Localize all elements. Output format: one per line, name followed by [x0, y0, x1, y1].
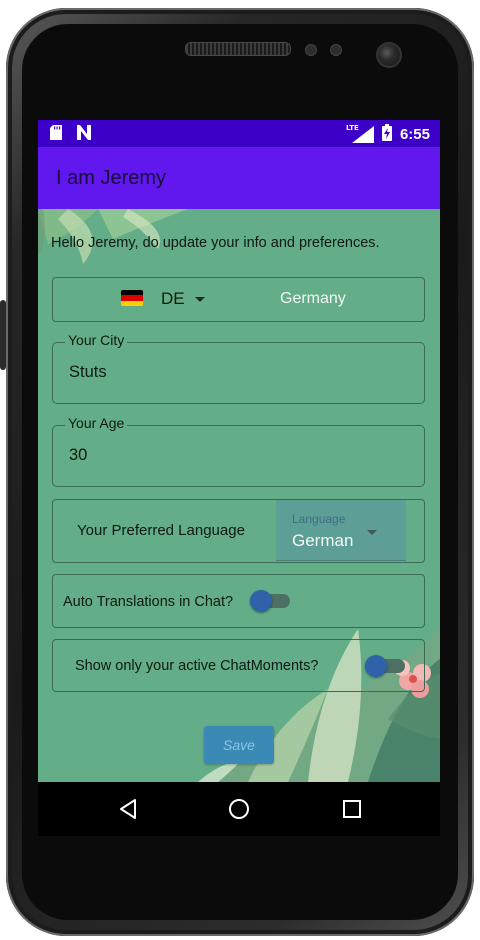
volume-button: [0, 300, 6, 370]
clock: 6:55: [399, 126, 430, 143]
toggle-thumb: [365, 655, 387, 677]
auto-translate-toggle[interactable]: [250, 590, 290, 612]
age-field[interactable]: Your Age 30: [52, 415, 425, 487]
preferred-language-card: Your Preferred Language Language German: [52, 499, 425, 563]
age-value[interactable]: 30: [69, 446, 87, 465]
home-icon[interactable]: [227, 797, 251, 825]
country-code: DE: [161, 289, 185, 308]
navigation-bar: [38, 782, 440, 836]
front-camera: [376, 42, 402, 68]
age-label: Your Age: [65, 415, 128, 431]
battery-icon: [381, 124, 392, 145]
toggle-thumb: [250, 590, 272, 612]
auto-translate-label: Auto Translations in Chat?: [63, 594, 234, 610]
settings-content[interactable]: Hello Jeremy, do update your info and pr…: [38, 209, 440, 782]
screen: LTE 6:55 I am Jeremy Hello Jeremy, do up…: [38, 120, 440, 836]
city-field[interactable]: Your City Stuts: [52, 332, 425, 404]
city-label: Your City: [65, 332, 128, 348]
language-dropdown-value: German: [292, 531, 354, 550]
active-moments-row: Show only your active ChatMoments?: [52, 639, 425, 692]
lte-signal-icon: LTE: [346, 124, 374, 143]
back-icon[interactable]: [116, 797, 140, 825]
country-picker[interactable]: DE Germany: [52, 277, 425, 322]
status-bar: LTE 6:55: [38, 120, 440, 147]
germany-flag-icon: [121, 290, 143, 306]
language-dropdown-label: Language: [292, 512, 346, 526]
active-moments-toggle[interactable]: [365, 655, 405, 677]
light-sensor: [330, 44, 342, 56]
save-button[interactable]: Save: [204, 726, 274, 764]
earpiece-speaker: [185, 42, 291, 56]
country-name: Germany: [280, 290, 346, 307]
language-dropdown[interactable]: Language German: [276, 500, 406, 561]
chevron-down-icon: [195, 297, 205, 302]
n-icon: [76, 125, 92, 144]
network-type-label: LTE: [345, 124, 359, 132]
page-title: I am Jeremy: [56, 167, 167, 189]
app-bar: I am Jeremy: [38, 147, 440, 209]
greeting-text: Hello Jeremy, do update your info and pr…: [51, 235, 380, 251]
preferred-language-label: Your Preferred Language: [77, 522, 245, 539]
active-moments-label: Show only your active ChatMoments?: [75, 658, 319, 674]
auto-translate-row: Auto Translations in Chat?: [52, 574, 425, 628]
recents-icon[interactable]: [340, 797, 364, 825]
sd-card-icon: [50, 125, 62, 144]
city-value[interactable]: Stuts: [69, 363, 107, 382]
chevron-down-icon: [367, 530, 377, 535]
proximity-sensor: [305, 44, 317, 56]
